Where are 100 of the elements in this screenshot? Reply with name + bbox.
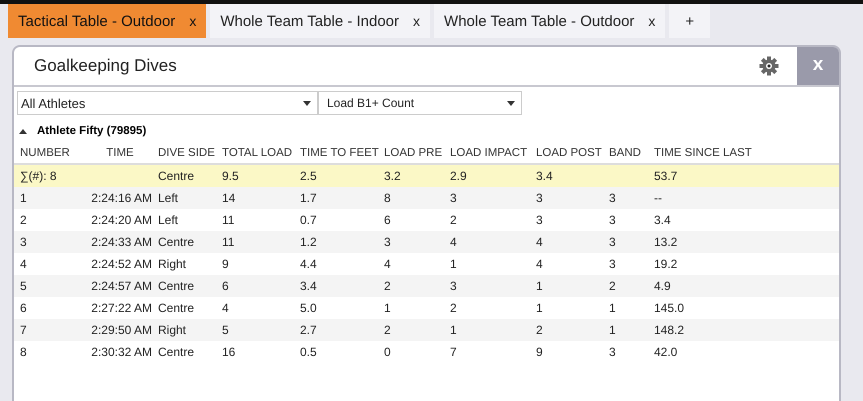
dropdown-arrow-icon (303, 100, 311, 106)
table-cell: Left (158, 213, 178, 227)
table-cell: Centre (158, 279, 194, 293)
table-row[interactable]: 3 2:24:33 AM Centre 11 1.2 3 4 4 3 13.2 (14, 231, 839, 253)
table-cell: 14 (222, 191, 236, 205)
table-cell: 1 (536, 279, 543, 293)
tab-close-button[interactable]: x (189, 13, 196, 29)
table-cell: 4 (222, 301, 229, 315)
table-cell: Left (158, 191, 178, 205)
table-row[interactable]: 2 2:24:20 AM Left 11 0.7 6 2 3 3 3.4 (14, 209, 839, 231)
tab-close-button[interactable]: x (648, 13, 656, 29)
table-cell: 13.2 (654, 235, 678, 249)
table-cell: 2:24:33 AM (91, 235, 152, 249)
table-cell: 3.4 (300, 279, 317, 293)
dropdown-arrow-icon (507, 100, 515, 106)
table-cell: ∑(#): 8 (20, 169, 57, 183)
column-header[interactable]: TOTAL LOAD (222, 147, 300, 159)
dropdown[interactable]: Load B1+ Count (318, 91, 522, 115)
settings-icon[interactable] (759, 56, 779, 76)
column-header[interactable]: LOAD PRE (384, 147, 450, 159)
table-cell: 0.7 (300, 213, 317, 227)
table-cell: 19.2 (654, 257, 678, 271)
table-cell: 4.9 (654, 279, 671, 293)
table-cell: 0 (384, 345, 391, 359)
tab-close-button[interactable]: x (413, 13, 420, 29)
table-cell: 2:29:50 AM (91, 323, 152, 337)
table-cell: 2 (20, 213, 27, 227)
dropdown[interactable]: All Athletes (17, 91, 318, 115)
table-cell: 9 (222, 257, 229, 271)
table-cell: 2 (384, 279, 391, 293)
table-cell: 3 (609, 213, 616, 227)
table-cell: -- (654, 191, 662, 205)
table-cell: 3 (20, 235, 27, 249)
table-cell: 1 (384, 301, 391, 315)
table-cell: 4 (536, 235, 543, 249)
table-cell: 1 (20, 191, 27, 205)
table-cell: 8 (384, 191, 391, 205)
table-cell: Centre (158, 301, 194, 315)
table-row[interactable]: 6 2:27:22 AM Centre 4 5.0 1 2 1 1 145.0 (14, 297, 839, 319)
table-row[interactable]: 5 2:24:57 AM Centre 6 3.4 2 3 1 2 4.9 (14, 275, 839, 297)
table-cell: Right (158, 257, 186, 271)
column-header[interactable]: BAND (609, 147, 654, 159)
collapse-icon[interactable] (19, 128, 27, 134)
table-cell: 0.5 (300, 345, 317, 359)
table-cell: 6 (222, 279, 229, 293)
table-cell: 2:24:16 AM (91, 191, 152, 205)
table-cell: 6 (20, 301, 27, 315)
table-cell: 3 (609, 235, 616, 249)
table-cell: 42.0 (654, 345, 678, 359)
table-cell: 9 (536, 345, 543, 359)
column-header[interactable]: NUMBER (20, 147, 82, 159)
table-cell: 7 (20, 323, 27, 337)
column-header[interactable]: TIME TO FEET (300, 147, 384, 159)
table-cell: 8 (20, 345, 27, 359)
column-header[interactable]: LOAD POST (536, 147, 609, 159)
add-tab-button[interactable]: + (669, 4, 710, 38)
table-cell: 3.4 (654, 213, 671, 227)
table-cell: 1 (536, 301, 543, 315)
table-cell: 4.4 (300, 257, 317, 271)
column-header[interactable]: TIME (82, 147, 158, 159)
table-cell: Centre (158, 345, 194, 359)
table-cell: 2:24:52 AM (91, 257, 152, 271)
table-cell: 4 (450, 235, 457, 249)
table-cell: 3 (536, 213, 543, 227)
table-cell: Centre (158, 235, 194, 249)
tab[interactable]: Whole Team Table - Indoor x (210, 4, 430, 38)
table-cell: 1 (609, 323, 616, 337)
table-cell: 2 (536, 323, 543, 337)
table-cell: 2 (450, 301, 457, 315)
table-cell: 2.7 (300, 323, 317, 337)
table-cell: 4 (20, 257, 27, 271)
column-header[interactable]: DIVE SIDE (158, 147, 222, 159)
column-header[interactable]: LOAD IMPACT (450, 147, 536, 159)
table-cell: 2:24:57 AM (91, 279, 152, 293)
table-cell: 1.7 (300, 191, 317, 205)
table-cell: 1 (609, 301, 616, 315)
panel-title: Goalkeeping Dives (33, 56, 178, 76)
table-row[interactable]: 1 2:24:16 AM Left 14 1.7 8 3 3 3 -- (14, 187, 839, 209)
table-cell: 3 (384, 235, 391, 249)
tab[interactable]: Tactical Table - Outdoor x (8, 4, 206, 38)
table-cell: 148.2 (654, 323, 684, 337)
table-cell: 11 (222, 213, 234, 227)
table-row[interactable]: 7 2:29:50 AM Right 5 2.7 2 1 2 1 148.2 (14, 319, 839, 341)
table-row[interactable]: 4 2:24:52 AM Right 9 4.4 4 1 4 3 19.2 (14, 253, 839, 275)
column-header[interactable]: TIME SINCE LAST (654, 147, 774, 159)
table-cell: 145.0 (654, 301, 684, 315)
table-cell: 3 (609, 257, 616, 271)
table-cell: 1 (450, 257, 457, 271)
table-cell: 5.0 (300, 301, 317, 315)
table-cell: 3.4 (536, 169, 553, 183)
table-cell: 53.7 (654, 169, 678, 183)
table-cell: 11 (222, 235, 234, 249)
table-cell: 9.5 (222, 169, 239, 183)
table-row[interactable]: 8 2:30:32 AM Centre 16 0.5 0 7 9 3 42.0 (14, 341, 839, 363)
table-cell: Centre (158, 169, 194, 183)
table-cell: 4 (536, 257, 543, 271)
tab[interactable]: Whole Team Table - Outdoor x (434, 4, 666, 38)
table-cell: 2.5 (300, 169, 317, 183)
table-cell: 2.9 (450, 169, 467, 183)
table-cell: 5 (222, 323, 229, 337)
